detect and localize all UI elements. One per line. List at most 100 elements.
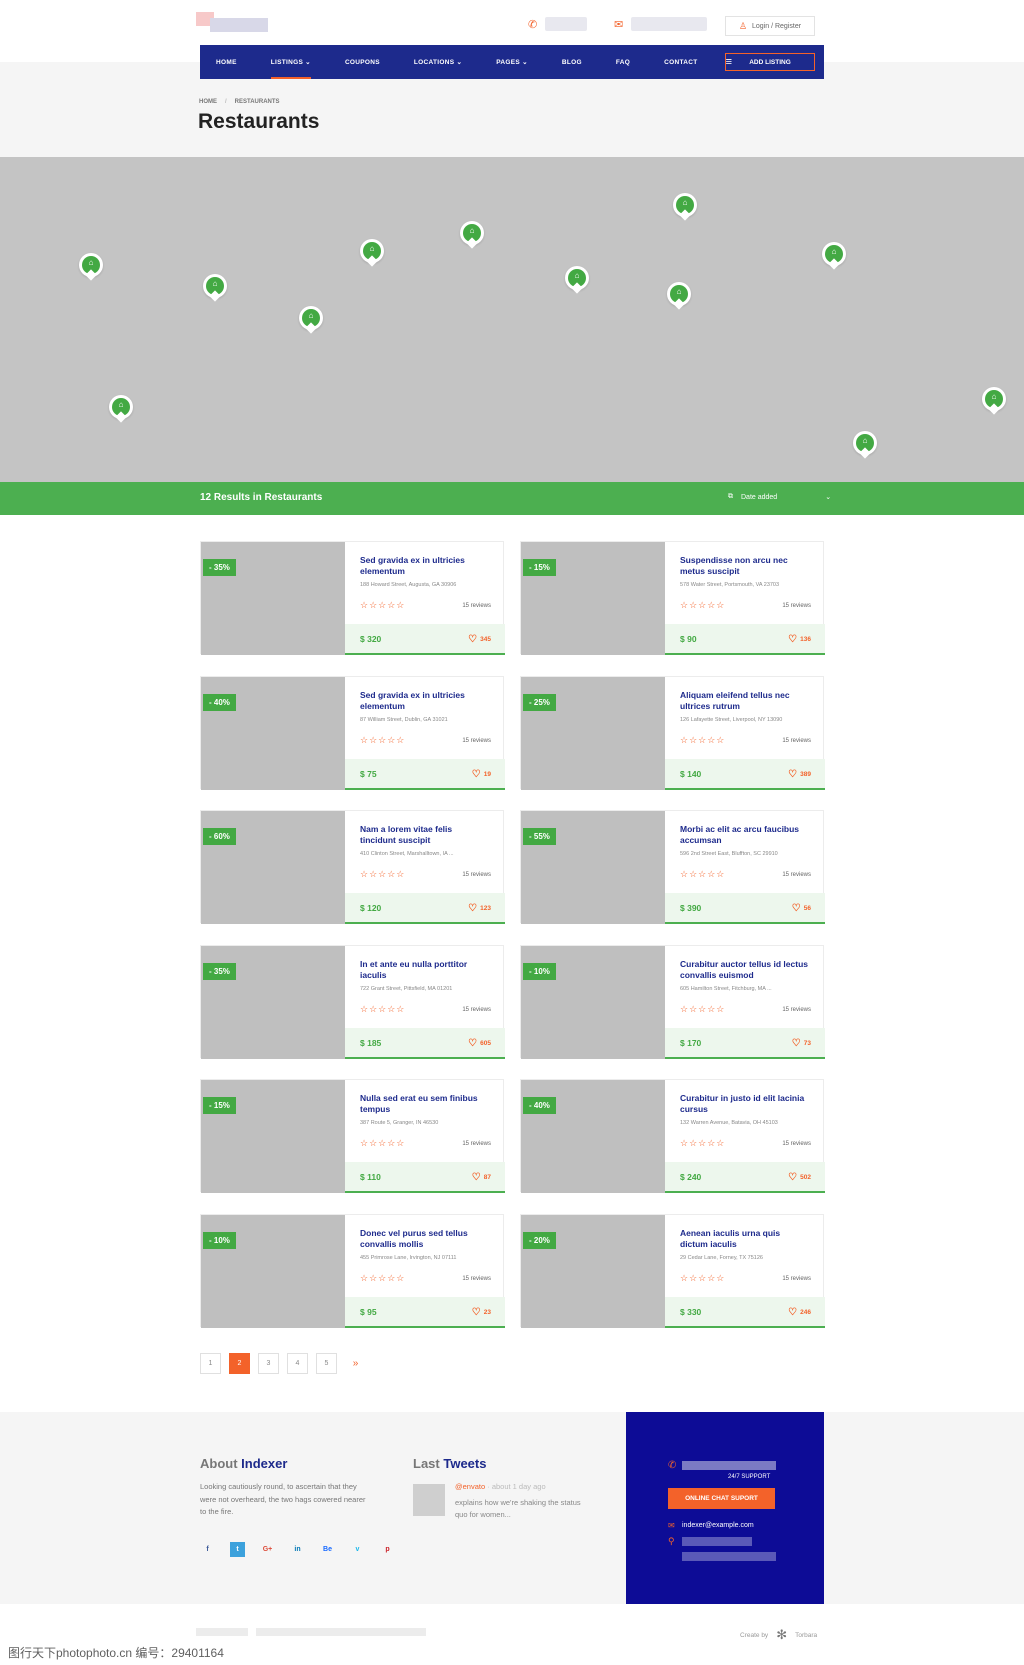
listing-card[interactable]: - 10% Donec vel purus sed tellus convalli… [200, 1214, 505, 1328]
google-plus-icon[interactable]: G+ [260, 1542, 275, 1557]
listing-title[interactable]: Donec vel purus sed tellus convallis mol… [360, 1228, 490, 1250]
nav-pages[interactable]: PAGES ⌄ [496, 45, 528, 79]
listing-title[interactable]: Curabitur auctor tellus id lectus conval… [680, 959, 810, 981]
review-count[interactable]: 15 reviews [782, 872, 811, 878]
nav-blog[interactable]: BLOG [562, 45, 582, 79]
breadcrumb-home[interactable]: HOME [199, 99, 217, 105]
login-register-button[interactable]: ♙ Login / Register [725, 16, 815, 36]
review-count[interactable]: 15 reviews [782, 603, 811, 609]
listing-card[interactable]: - 20% Aenean iaculis urna quis dictum iac… [520, 1214, 825, 1328]
rating-stars-icon: ☆☆☆☆☆ [360, 1138, 406, 1148]
map-marker[interactable]: ⌂ [299, 306, 323, 334]
like-button[interactable]: ♡ 502 [788, 1172, 811, 1183]
vimeo-icon[interactable]: v [350, 1542, 365, 1557]
discount-badge: - 35% [203, 963, 236, 980]
map-marker[interactable]: ⌂ [79, 253, 103, 281]
review-count[interactable]: 15 reviews [462, 738, 491, 744]
map-marker[interactable]: ⌂ [360, 239, 384, 267]
add-listing-button[interactable]: ADD LISTING [725, 53, 815, 71]
review-count[interactable]: 15 reviews [462, 1007, 491, 1013]
page-link[interactable]: 4 [287, 1353, 308, 1374]
review-count[interactable]: 15 reviews [462, 872, 491, 878]
listing-card[interactable]: - 15% Suspendisse non arcu nec metus susc… [520, 541, 825, 655]
support-email[interactable]: indexer@example.com [682, 1522, 754, 1529]
listing-card[interactable]: - 40% Curabitur in justo id elit lacinia … [520, 1079, 825, 1193]
home-icon: ⌂ [369, 244, 375, 253]
like-count: 123 [480, 905, 491, 912]
map-marker[interactable]: ⌂ [203, 274, 227, 302]
listing-title[interactable]: Nulla sed erat eu sem finibus tempus [360, 1093, 490, 1115]
twitter-icon[interactable]: t [230, 1542, 245, 1557]
creator-name[interactable]: Torbara [795, 1632, 817, 1639]
like-button[interactable]: ♡ 136 [788, 634, 811, 645]
like-button[interactable]: ♡ 73 [792, 1038, 811, 1049]
like-button[interactable]: ♡ 605 [468, 1038, 491, 1049]
listing-title[interactable]: Sed gravida ex in ultricies elementum [360, 555, 490, 577]
review-count[interactable]: 15 reviews [782, 1007, 811, 1013]
linkedin-icon[interactable]: in [290, 1542, 305, 1557]
site-logo[interactable] [196, 12, 274, 36]
map-marker[interactable]: ⌂ [853, 431, 877, 459]
listing-card[interactable]: - 35% Sed gravida ex in ultricies element… [200, 541, 505, 655]
review-count[interactable]: 15 reviews [462, 603, 491, 609]
listing-card[interactable]: - 60% Nam a lorem vitae felis tincidunt s… [200, 810, 505, 924]
review-count[interactable]: 15 reviews [782, 738, 811, 744]
nav-contact[interactable]: CONTACT [664, 45, 697, 79]
listing-card[interactable]: - 40% Sed gravida ex in ultricies element… [200, 676, 505, 790]
sort-dropdown[interactable]: ⧉ Date added ⌄ [728, 493, 831, 501]
map-marker[interactable]: ⌂ [109, 395, 133, 423]
map-marker[interactable]: ⌂ [460, 221, 484, 249]
price-row: $ 170 ♡ 73 [665, 1028, 825, 1059]
listing-title[interactable]: Suspendisse non arcu nec metus suscipit [680, 555, 810, 577]
heart-icon: ♡ [468, 903, 478, 914]
page-link[interactable]: 5 [316, 1353, 337, 1374]
listing-title[interactable]: In et ante eu nulla porttitor iaculis [360, 959, 490, 981]
map-marker[interactable]: ⌂ [982, 387, 1006, 415]
page-link-current[interactable]: 2 [229, 1353, 250, 1374]
listing-card[interactable]: - 35% In et ante eu nulla porttitor iacul… [200, 945, 505, 1059]
nav-locations[interactable]: LOCATIONS ⌄ [414, 45, 462, 79]
like-button[interactable]: ♡ 87 [472, 1172, 491, 1183]
listing-card[interactable]: - 25% Aliquam eleifend tellus nec ultrice… [520, 676, 825, 790]
online-chat-button[interactable]: ONLINE CHAT SUPORT [668, 1488, 775, 1509]
review-count[interactable]: 15 reviews [782, 1141, 811, 1147]
like-button[interactable]: ♡ 389 [788, 769, 811, 780]
nav-faq[interactable]: FAQ [616, 45, 630, 79]
listing-card[interactable]: - 10% Curabitur auctor tellus id lectus c… [520, 945, 825, 1059]
like-button[interactable]: ♡ 246 [788, 1307, 811, 1318]
rating-stars-icon: ☆☆☆☆☆ [680, 735, 726, 745]
heart-icon: ♡ [788, 1307, 798, 1318]
facebook-icon[interactable]: f [200, 1542, 215, 1557]
next-page-icon[interactable]: » [345, 1353, 366, 1374]
map-marker[interactable]: ⌂ [565, 266, 589, 294]
nav-coupons[interactable]: COUPONS [345, 45, 380, 79]
listing-title[interactable]: Nam a lorem vitae felis tincidunt suscip… [360, 824, 490, 846]
listing-title[interactable]: Aenean iaculis urna quis dictum iaculis [680, 1228, 810, 1250]
map-marker[interactable]: ⌂ [667, 282, 691, 310]
like-button[interactable]: ♡ 123 [468, 903, 491, 914]
listing-card[interactable]: - 55% Morbi ac elit ac arcu faucibus accu… [520, 810, 825, 924]
nav-listings[interactable]: LISTINGS ⌄ [270, 45, 312, 79]
pinterest-icon[interactable]: p [380, 1542, 395, 1557]
listing-card[interactable]: - 15% Nulla sed erat eu sem finibus tempu… [200, 1079, 505, 1193]
nav-home[interactable]: HOME [216, 45, 237, 79]
tweet-handle[interactable]: @envato [455, 1482, 485, 1491]
listing-price: $ 110 [360, 1172, 381, 1182]
map-marker[interactable]: ⌂ [822, 242, 846, 270]
review-count[interactable]: 15 reviews [462, 1141, 491, 1147]
behance-icon[interactable]: Be [320, 1542, 335, 1557]
like-button[interactable]: ♡ 23 [472, 1307, 491, 1318]
listing-title[interactable]: Curabitur in justo id elit lacinia cursu… [680, 1093, 810, 1115]
listing-title[interactable]: Aliquam eleifend tellus nec ultrices rut… [680, 690, 810, 712]
listing-title[interactable]: Sed gravida ex in ultricies elementum [360, 690, 490, 712]
like-button[interactable]: ♡ 56 [792, 903, 811, 914]
review-count[interactable]: 15 reviews [462, 1276, 491, 1282]
listing-title[interactable]: Morbi ac elit ac arcu faucibus accumsan [680, 824, 810, 846]
like-button[interactable]: ♡ 19 [472, 769, 491, 780]
like-button[interactable]: ♡ 345 [468, 634, 491, 645]
page-link[interactable]: 1 [200, 1353, 221, 1374]
listings-map[interactable]: ⌂ ⌂ ⌂ ⌂ ⌂ ⌂ ⌂ ⌂ ⌂ ⌂ ⌂ ⌂ [0, 157, 1024, 482]
page-link[interactable]: 3 [258, 1353, 279, 1374]
map-marker[interactable]: ⌂ [673, 193, 697, 221]
review-count[interactable]: 15 reviews [782, 1276, 811, 1282]
